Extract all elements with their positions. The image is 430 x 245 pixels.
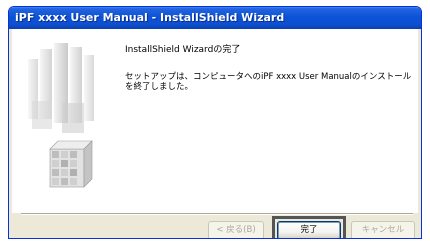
wizard-content-panel: InstallShield Wizardの完了 セットアップは、コンピュータへの… xyxy=(12,29,418,213)
installshield-wizard-window: iPF xxxx User Manual - InstallShield Wiz… xyxy=(8,6,422,239)
back-button[interactable]: < 戻る(B) xyxy=(208,221,264,238)
title-bar[interactable]: iPF xxxx User Manual - InstallShield Wiz… xyxy=(9,7,421,29)
window-title: iPF xxxx User Manual - InstallShield Wiz… xyxy=(15,11,285,24)
cancel-button[interactable]: キャンセル xyxy=(351,221,415,238)
button-divider xyxy=(21,213,413,215)
completion-message: セットアップは、コンピュータへのiPF xxxx User Manualのインス… xyxy=(125,72,412,92)
wizard-heading: InstallShield Wizardの完了 xyxy=(125,45,241,55)
wizard-side-image xyxy=(22,41,98,197)
finish-button[interactable]: 完了 xyxy=(277,221,341,238)
